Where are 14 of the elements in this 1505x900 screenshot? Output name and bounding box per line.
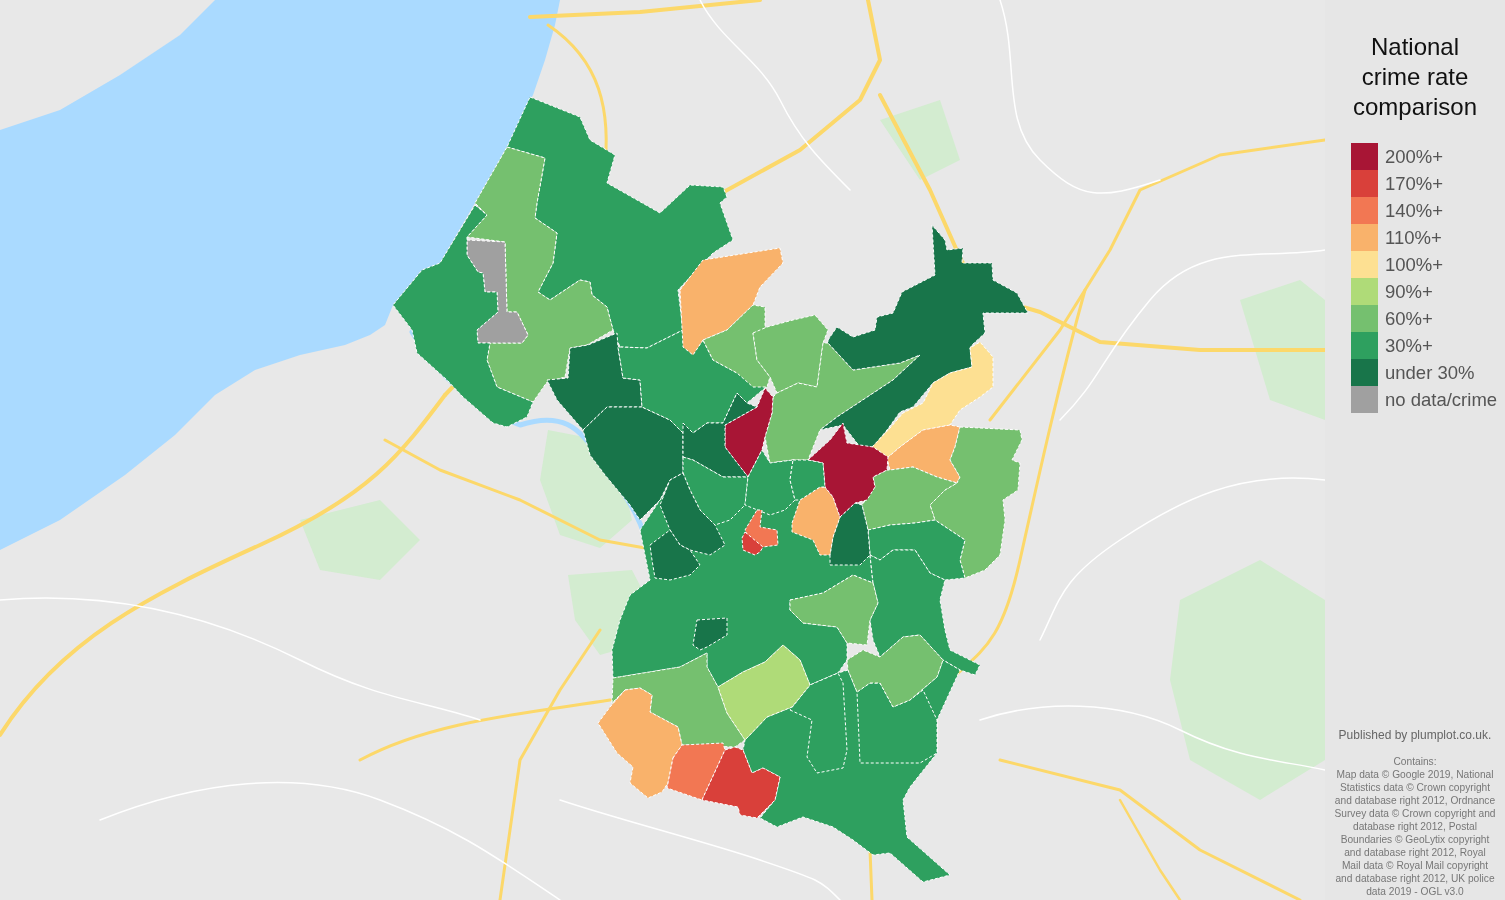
- legend-label: 110%+: [1385, 226, 1442, 249]
- legend-label: 90%+: [1385, 280, 1433, 303]
- legend-label: under 30%: [1385, 361, 1475, 384]
- data-credits: Map data © Google 2019, National Statistics data © Crown copyright and database right 2012, Ordnance Survey data © Crown copyright and database right 2012, Postal Boundaries © GeoLytix copyright and database right 2012, Royal Mail data © Royal Mail copyright and database right 2012, UK police data 2019 - OGL v3.0: [1334, 768, 1496, 898]
- legend-label: 140%+: [1385, 199, 1444, 222]
- legend-label: 100%+: [1385, 253, 1444, 276]
- legend-title: National crime rate comparison: [1351, 32, 1479, 122]
- legend-label: 200%+: [1385, 145, 1444, 168]
- legend-label: 60%+: [1385, 307, 1433, 330]
- legend-label: 30%+: [1385, 334, 1433, 357]
- legend-label: no data/crime: [1385, 388, 1498, 411]
- legend-label: 170%+: [1385, 172, 1444, 195]
- contains-label: Contains:: [1392, 755, 1438, 768]
- publisher-credit: Published by plumplot.co.uk.: [1338, 728, 1492, 742]
